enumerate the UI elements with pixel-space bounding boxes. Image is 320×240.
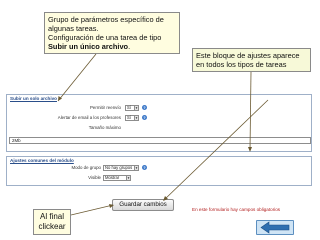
select-max-size[interactable]: 2Mb bbox=[9, 137, 311, 144]
label-allow-resubmit: Permitir reenvío bbox=[90, 105, 121, 110]
select-max-size-value: 2Mb bbox=[12, 138, 21, 143]
connector-bottom bbox=[70, 204, 114, 216]
select-allow-resubmit[interactable]: Sí ▼ bbox=[125, 105, 139, 111]
panel-common-module-settings: Ajustes comunes del módulo Modo de grupo… bbox=[6, 156, 312, 186]
help-icon[interactable]: ? bbox=[142, 105, 147, 110]
help-icon[interactable]: ? bbox=[142, 165, 147, 170]
back-nav-button[interactable] bbox=[256, 220, 294, 235]
callout-top-bold: Subir un único archivo bbox=[48, 42, 129, 51]
callout-bottom-line1: Al final bbox=[39, 212, 64, 221]
dropdown-arrow-icon: ▼ bbox=[134, 116, 138, 120]
dropdown-arrow-icon: ▼ bbox=[126, 176, 130, 180]
section-title-upload[interactable]: Subir un solo archivo bbox=[10, 96, 57, 102]
select-allow-resubmit-value: Sí bbox=[127, 105, 131, 110]
select-group-mode-value: No hay grupos bbox=[105, 165, 133, 170]
help-icon[interactable]: ? bbox=[142, 115, 147, 120]
callout-bottom-line2: clickear bbox=[38, 222, 66, 231]
callout-right-line2: en todos los tipos de tareas bbox=[196, 60, 287, 69]
select-email-alert[interactable]: Sí ▼ bbox=[125, 115, 139, 121]
callout-click-at-end: Al final clickear bbox=[33, 209, 71, 235]
required-fields-note: En este formulario hay campos obligatori… bbox=[192, 207, 281, 212]
callout-right-line1: Este bloque de ajustes aparece bbox=[196, 51, 300, 60]
label-visible: Visible bbox=[88, 175, 101, 180]
label-email-alert: Alertar de email a los profesores bbox=[57, 115, 121, 120]
assignment-settings-form: Subir un solo archivo Permitir reenvío S… bbox=[6, 94, 312, 186]
callout-top-line1: Grupo de parámetros específico de bbox=[48, 15, 164, 24]
left-arrow-icon bbox=[260, 221, 290, 234]
panel-upload-single-file: Subir un solo archivo Permitir reenvío S… bbox=[6, 94, 312, 152]
dropdown-arrow-icon: ▼ bbox=[134, 106, 138, 110]
select-visible[interactable]: Mostrar ▼ bbox=[103, 175, 131, 181]
callout-top-line3: Configuración de una tarea de tipo bbox=[48, 33, 162, 42]
callout-settings-block: Este bloque de ajustes aparece en todos … bbox=[192, 48, 311, 72]
callout-top-end: . bbox=[128, 42, 131, 51]
save-changes-button[interactable]: Guardar cambios bbox=[112, 199, 174, 211]
select-group-mode[interactable]: No hay grupos ▼ bbox=[103, 165, 139, 171]
callout-top-line2: algunas tareas. bbox=[48, 24, 99, 33]
callout-parameter-group: Grupo de parámetros específico de alguna… bbox=[44, 12, 180, 54]
section-title-common[interactable]: Ajustes comunes del módulo bbox=[10, 158, 74, 164]
label-group-mode: Modo de grupo bbox=[71, 165, 101, 170]
dropdown-arrow-icon: ▼ bbox=[134, 166, 138, 170]
select-email-alert-value: Sí bbox=[127, 115, 131, 120]
select-visible-value: Mostrar bbox=[105, 175, 120, 180]
label-max-size: Tamaño máximo bbox=[88, 125, 121, 130]
